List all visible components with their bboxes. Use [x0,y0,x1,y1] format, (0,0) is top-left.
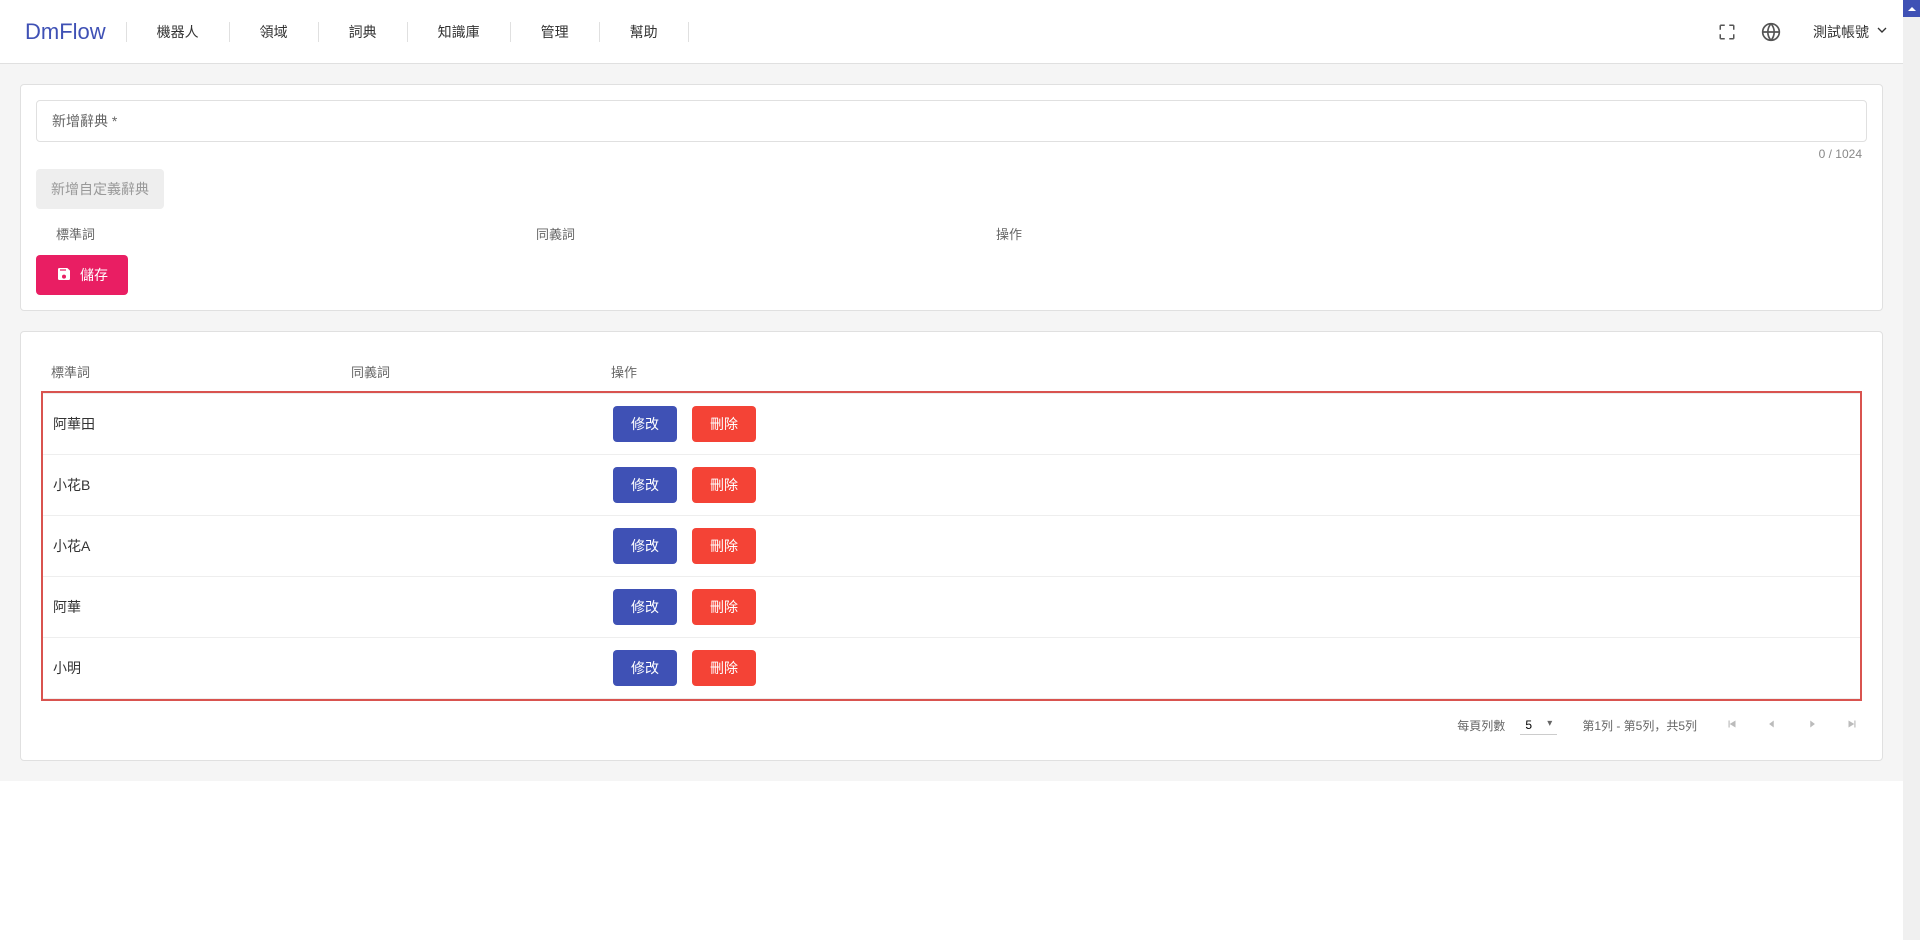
divider [43,698,1860,699]
delete-button[interactable]: 刪除 [692,589,756,625]
last-page-button[interactable] [1842,717,1862,734]
page-nav [1722,717,1862,734]
char-count: 0 / 1024 [36,147,1867,161]
account-menu[interactable]: 測試帳號 [1803,22,1900,42]
add-dictionary-card: 0 / 1024 新增自定義辭典 標準詞 同義詞 操作 儲存 [20,84,1883,311]
table-row: 阿華田 修改 刪除 [43,393,1860,454]
dictionary-table-card: 標準詞 同義詞 操作 阿華田 修改 刪除 小花B 修改 刪除 [20,331,1883,761]
cell-action: 修改 刪除 [613,406,1850,442]
edit-button[interactable]: 修改 [613,406,677,442]
column-action: 操作 [996,224,1857,243]
cell-standard: 小花A [53,536,353,556]
page-size-select-wrap: 5 [1520,716,1557,735]
cell-standard: 小明 [53,658,353,678]
form-table-header: 標準詞 同義詞 操作 [36,209,1867,255]
add-dictionary-input[interactable] [36,100,1867,142]
nav-knowledge[interactable]: 知識庫 [413,22,505,42]
account-label: 測試帳號 [1813,22,1869,42]
fullscreen-icon[interactable] [1715,20,1739,44]
table-row: 阿華 修改 刪除 [43,576,1860,637]
cell-action: 修改 刪除 [613,650,1850,686]
page-size-control: 每頁列數 5 [1457,716,1557,735]
chevron-down-icon [1874,22,1890,41]
divider [510,22,511,42]
cell-action: 修改 刪除 [613,589,1850,625]
divider [229,22,230,42]
divider [407,22,408,42]
page-range-label: 第1列 - 第5列，共5列 [1582,717,1697,734]
table-row: 小花B 修改 刪除 [43,454,1860,515]
divider [599,22,600,42]
app-header: DmFlow 機器人 領域 詞典 知識庫 管理 幫助 測試帳號 [0,0,1920,64]
main-container: 0 / 1024 新增自定義辭典 標準詞 同義詞 操作 儲存 標準詞 同義詞 操… [0,64,1903,781]
delete-button[interactable]: 刪除 [692,467,756,503]
edit-button[interactable]: 修改 [613,650,677,686]
per-page-label: 每頁列數 [1457,717,1505,734]
save-button[interactable]: 儲存 [36,255,128,295]
column-synonym: 同義詞 [351,362,611,381]
edit-button[interactable]: 修改 [613,528,677,564]
globe-icon[interactable] [1759,20,1783,44]
cell-standard: 阿華 [53,597,353,617]
table-row: 小花A 修改 刪除 [43,515,1860,576]
cell-standard: 阿華田 [53,414,353,434]
cell-action: 修改 刪除 [613,528,1850,564]
logo[interactable]: DmFlow [10,19,121,45]
prev-page-button[interactable] [1762,717,1782,734]
page-size-select[interactable]: 5 [1520,716,1557,735]
pagination: 每頁列數 5 第1列 - 第5列，共5列 [21,701,1882,750]
add-custom-dictionary-button[interactable]: 新增自定義辭典 [36,169,164,209]
delete-button[interactable]: 刪除 [692,406,756,442]
scrollbar[interactable] [1903,0,1920,940]
save-icon [56,266,72,285]
divider [126,22,127,42]
table-row: 小明 修改 刪除 [43,637,1860,698]
highlighted-rows: 阿華田 修改 刪除 小花B 修改 刪除 小花A 修改 [41,391,1862,701]
nav-domain[interactable]: 領域 [235,22,313,42]
nav-dictionary[interactable]: 詞典 [324,22,402,42]
delete-button[interactable]: 刪除 [692,650,756,686]
cell-standard: 小花B [53,475,353,495]
edit-button[interactable]: 修改 [613,589,677,625]
divider [688,22,689,42]
edit-button[interactable]: 修改 [613,467,677,503]
column-synonym: 同義詞 [536,224,996,243]
save-label: 儲存 [80,265,108,285]
header-right: 測試帳號 [1715,20,1900,44]
divider [318,22,319,42]
next-page-button[interactable] [1802,717,1822,734]
nav-robot[interactable]: 機器人 [132,22,224,42]
first-page-button[interactable] [1722,717,1742,734]
header-left: DmFlow 機器人 領域 詞典 知識庫 管理 幫助 [10,19,694,45]
nav-help[interactable]: 幫助 [605,22,683,42]
delete-button[interactable]: 刪除 [692,528,756,564]
column-standard: 標準詞 [56,224,536,243]
scroll-up-icon[interactable] [1903,0,1920,17]
table-header-row: 標準詞 同義詞 操作 [21,347,1882,391]
nav-manage[interactable]: 管理 [516,22,594,42]
column-standard: 標準詞 [51,362,351,381]
cell-action: 修改 刪除 [613,467,1850,503]
column-action: 操作 [611,362,1862,381]
